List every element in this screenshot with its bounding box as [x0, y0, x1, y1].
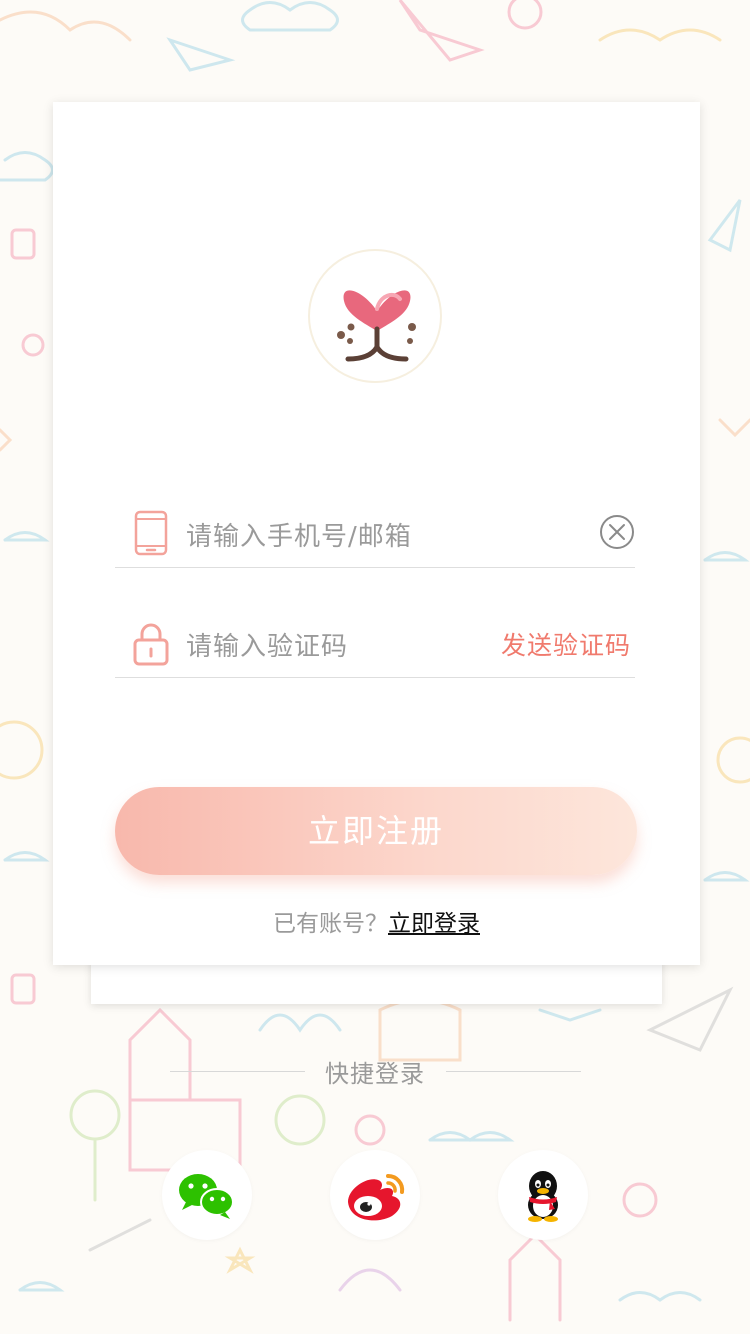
code-input-placeholder[interactable]: 请输入验证码: [186, 626, 348, 663]
quick-login-title: 快捷登录: [325, 1060, 425, 1088]
phone-input-placeholder[interactable]: 请输入手机号/邮箱: [186, 516, 412, 553]
qq-login-button[interactable]: [498, 1150, 588, 1240]
lock-icon: [133, 623, 169, 666]
login-prompt: 已有账号？立即登录: [53, 904, 700, 938]
has-account-text: 已有账号？: [273, 911, 388, 937]
divider-left: [170, 1071, 305, 1072]
sprout-heart-icon: [337, 290, 416, 362]
weibo-icon: [348, 1173, 405, 1221]
register-button[interactable]: 立即注册: [115, 787, 637, 875]
send-code-button[interactable]: 发送验证码: [501, 626, 631, 662]
verification-code-field[interactable]: 请输入验证码 发送验证码: [115, 616, 635, 678]
wechat-icon: [179, 1174, 234, 1219]
weibo-login-button[interactable]: [330, 1150, 420, 1240]
login-link[interactable]: 立即登录: [388, 911, 480, 937]
clear-input-icon[interactable]: [599, 514, 635, 550]
app-logo: [308, 249, 442, 383]
wechat-login-button[interactable]: [162, 1150, 252, 1240]
phone-field[interactable]: 请输入手机号/邮箱: [115, 506, 635, 568]
register-card: 请输入手机号/邮箱 请输入验证码 发送验证码 立即注册 已有账号？立即登录: [53, 102, 700, 965]
quick-login-header: 快捷登录: [0, 1054, 750, 1089]
divider-right: [446, 1071, 581, 1072]
phone-icon: [134, 510, 168, 556]
qq-icon: [528, 1171, 558, 1222]
register-button-label: 立即注册: [307, 812, 444, 850]
